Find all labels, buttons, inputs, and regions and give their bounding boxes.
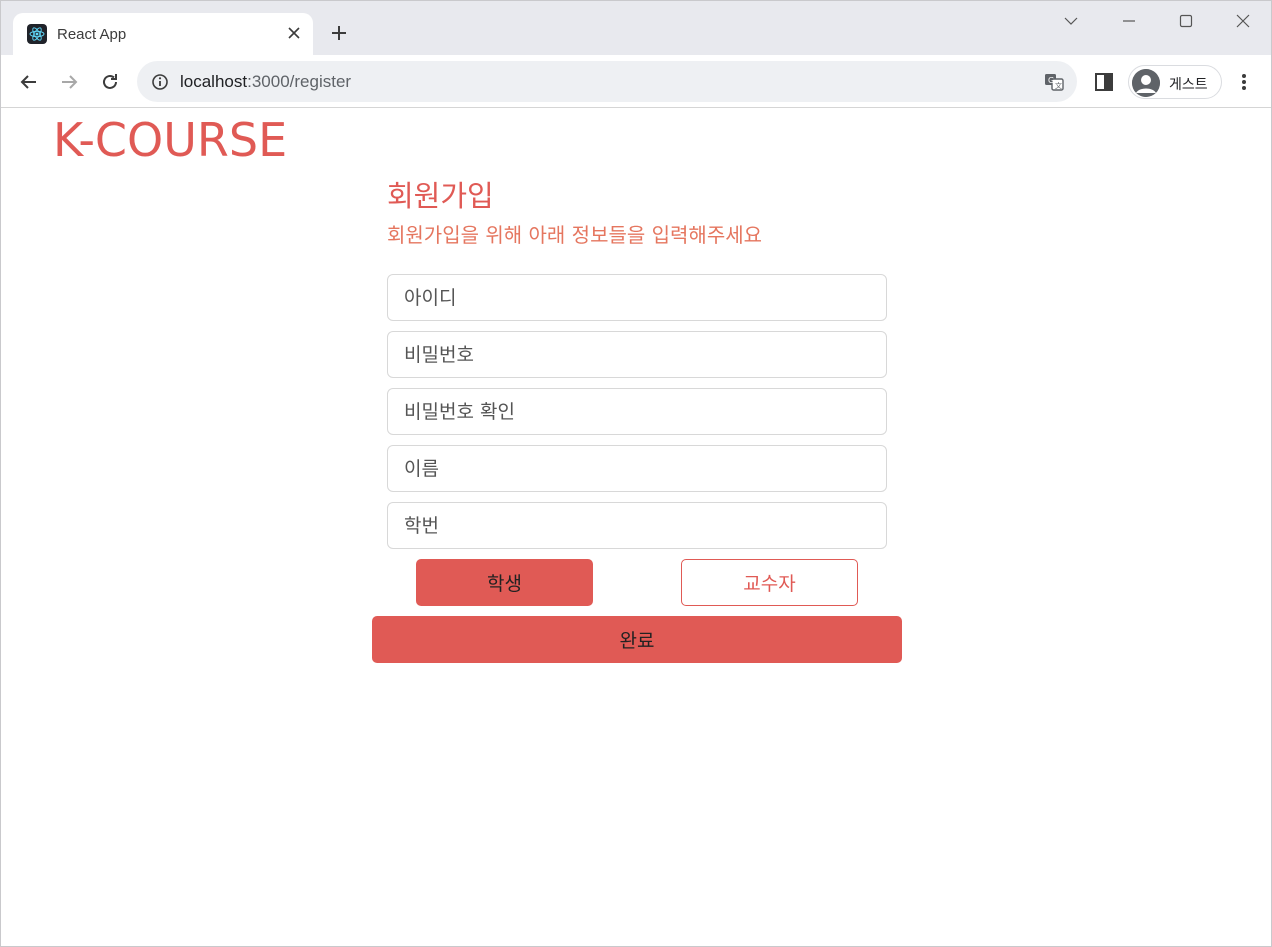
browser-toolbar: localhost:3000/register G文 게스트	[1, 55, 1271, 108]
tab-title: React App	[57, 26, 127, 43]
page-content: K-COURSE 회원가입 회원가입을 위해 아래 정보들을 입력해주세요 학생…	[1, 109, 1271, 946]
react-icon	[27, 24, 47, 44]
browser-window: React App localhost:3000/register G 文 게스…	[0, 0, 1272, 947]
maximize-icon[interactable]	[1172, 9, 1200, 33]
svg-text:文: 文	[1055, 81, 1062, 90]
url-text: localhost:3000/register	[180, 72, 351, 92]
site-info-icon[interactable]	[151, 73, 169, 91]
tab-search-icon[interactable]	[1057, 9, 1085, 33]
page-subtitle: 회원가입을 위해 아래 정보들을 입력해주세요	[387, 223, 763, 247]
user-id-input[interactable]	[387, 274, 887, 321]
reload-icon[interactable]	[96, 68, 124, 96]
window-close-icon[interactable]	[1229, 9, 1257, 33]
professor-role-button[interactable]: 교수자	[681, 559, 858, 606]
avatar-icon	[1132, 69, 1160, 97]
password-input[interactable]	[387, 331, 887, 378]
new-tab-icon[interactable]	[327, 21, 351, 45]
site-logo[interactable]: K-COURSE	[53, 113, 287, 167]
address-bar[interactable]: localhost:3000/register G文	[137, 61, 1077, 102]
more-menu-icon[interactable]	[1233, 71, 1255, 93]
translate-icon[interactable]: G文	[1043, 71, 1065, 93]
svg-text:G: G	[1048, 76, 1054, 85]
student-id-input[interactable]	[387, 502, 887, 549]
profile-label: 게스트	[1169, 77, 1208, 93]
url-path: :3000/register	[247, 72, 352, 91]
password-confirm-input[interactable]	[387, 388, 887, 435]
minimize-icon[interactable]	[1115, 9, 1143, 33]
student-role-button[interactable]: 학생	[416, 559, 593, 606]
browser-tab[interactable]: React App	[13, 13, 313, 55]
back-icon[interactable]	[15, 68, 43, 96]
close-tab-icon[interactable]	[283, 22, 305, 44]
tab-strip: React App	[1, 1, 1271, 55]
page-title: 회원가입	[387, 179, 494, 213]
profile-button[interactable]: 게스트	[1128, 65, 1222, 99]
submit-button[interactable]: 완료	[372, 616, 902, 663]
forward-icon[interactable]	[55, 68, 83, 96]
side-panel-icon[interactable]	[1093, 71, 1115, 93]
url-host: localhost	[180, 72, 248, 91]
name-input[interactable]	[387, 445, 887, 492]
